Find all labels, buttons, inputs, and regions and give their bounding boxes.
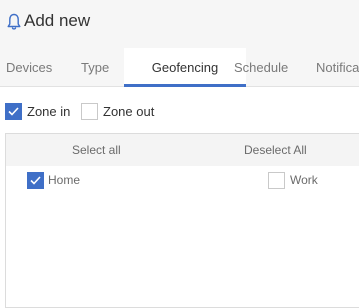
selection-header: Select all Deselect All — [6, 134, 359, 166]
home-label[interactable]: Home — [48, 172, 80, 189]
dialog-title: Add new — [24, 11, 91, 30]
deselect-all-button[interactable]: Deselect All — [244, 134, 307, 166]
home-checkbox[interactable] — [27, 172, 44, 189]
work-checkbox[interactable] — [268, 172, 285, 189]
zone-in-checkbox[interactable] — [5, 103, 22, 120]
zone-options: Zone in Zone out — [0, 87, 359, 133]
checkmark-icon — [8, 107, 19, 116]
bell-icon — [7, 13, 21, 30]
tab-notifications[interactable]: Notifica — [316, 48, 359, 87]
zone-out-label[interactable]: Zone out — [103, 103, 154, 120]
tab-devices[interactable]: Devices — [6, 48, 52, 87]
select-all-button[interactable]: Select all — [72, 134, 121, 166]
tab-bar: Devices Type Geofencing Schedule Notific… — [0, 48, 359, 87]
zone-in-label[interactable]: Zone in — [27, 103, 70, 120]
tab-type[interactable]: Type — [81, 48, 109, 87]
tab-geofencing[interactable]: Geofencing — [124, 48, 246, 87]
work-label[interactable]: Work — [290, 172, 318, 189]
zone-selection-panel: Select all Deselect All Home Work — [5, 133, 359, 308]
zone-out-checkbox[interactable] — [81, 103, 98, 120]
checkmark-icon — [30, 176, 41, 185]
dialog-header: Add new — [0, 0, 359, 48]
tab-schedule[interactable]: Schedule — [234, 48, 288, 87]
